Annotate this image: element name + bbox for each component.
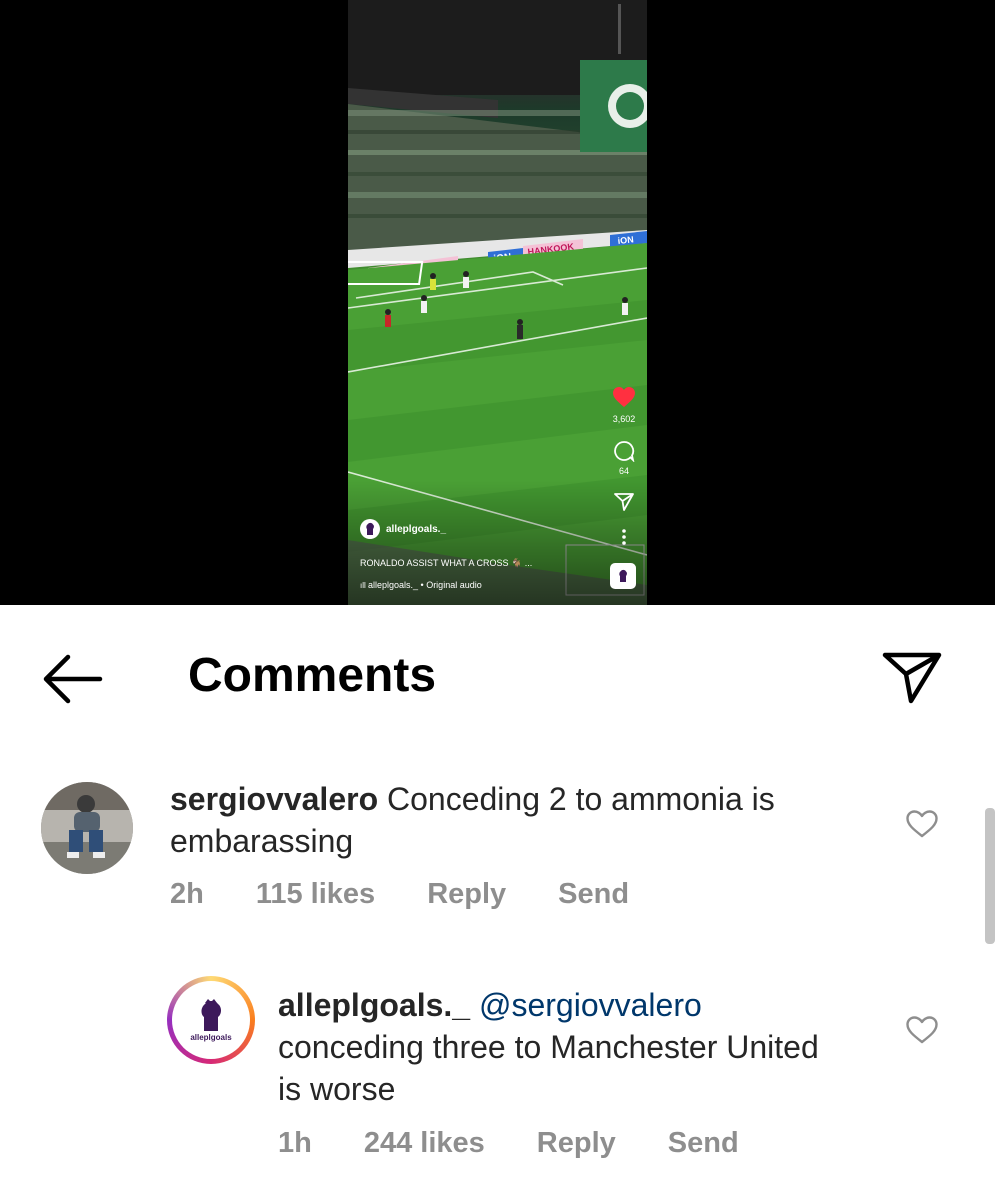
send-icon[interactable]	[613, 492, 635, 512]
reel-author[interactable]: alleplgoals._	[360, 519, 446, 539]
comment-text: alleplgoals._ @sergiovvalero conceding t…	[278, 984, 838, 1110]
svg-text:iON: iON	[617, 234, 634, 246]
reel-comments-count: 64	[618, 466, 629, 476]
comment-username[interactable]: sergiovvalero	[170, 781, 378, 817]
avatar[interactable]	[41, 782, 133, 874]
send-button[interactable]: Send	[558, 878, 629, 911]
comment-username[interactable]: alleplgoals._	[278, 987, 470, 1023]
reel-comment-action[interactable]: 64	[610, 440, 638, 476]
reel-author-name[interactable]: alleplgoals._	[386, 524, 446, 535]
video-area: HANKOOK iON HANKOOK iON	[0, 0, 995, 605]
avatar-label: alleplgoals	[190, 1032, 232, 1042]
stadium-scene: HANKOOK iON HANKOOK iON	[348, 0, 647, 605]
comment-likes[interactable]: 244 likes	[364, 1127, 485, 1160]
reel-share-action[interactable]	[610, 492, 638, 512]
share-button[interactable]	[880, 650, 944, 706]
comment-meta: 2h 115 likes Reply Send	[170, 878, 681, 911]
avatar[interactable]: alleplgoals	[167, 976, 255, 1064]
comment-bubble-icon[interactable]	[613, 440, 635, 462]
send-paper-plane-icon[interactable]	[880, 650, 944, 706]
reel-more-action[interactable]	[610, 528, 638, 546]
like-button[interactable]	[905, 1015, 939, 1050]
premier-league-lion-icon	[366, 522, 374, 535]
heart-outline-icon[interactable]	[905, 809, 939, 839]
heart-outline-icon[interactable]	[905, 1015, 939, 1045]
comment-body: conceding three to Manchester United is …	[278, 1029, 819, 1107]
like-button[interactable]	[905, 809, 939, 844]
send-button[interactable]: Send	[668, 1127, 739, 1160]
scrollbar[interactable]	[985, 808, 995, 944]
heart-filled-icon[interactable]	[612, 386, 636, 408]
reel-audio-label: alleplgoals._ • Original audio	[368, 580, 482, 590]
user-photo-icon	[41, 782, 133, 874]
more-vertical-icon[interactable]	[621, 528, 627, 546]
audio-bars-icon: ıll	[360, 581, 368, 590]
comment-mention[interactable]: @sergiovvalero	[479, 987, 702, 1023]
comment-time: 1h	[278, 1127, 312, 1159]
arrow-left-icon[interactable]	[40, 652, 104, 706]
page-title: Comments	[188, 649, 437, 702]
reel-audio[interactable]: ıll alleplgoals._ • Original audio	[360, 580, 482, 590]
reply-button[interactable]: Reply	[537, 1127, 616, 1160]
comments-header	[0, 605, 995, 750]
premier-league-lion-icon	[201, 998, 221, 1031]
back-button[interactable]	[40, 652, 104, 706]
reel-likes-count: 3,602	[612, 414, 636, 424]
author-avatar[interactable]	[360, 519, 380, 539]
reel-like-action[interactable]: 3,602	[610, 386, 638, 424]
premier-league-lion-icon	[619, 569, 627, 582]
audio-thumbnail[interactable]	[610, 563, 636, 589]
comment-time: 2h	[170, 878, 204, 910]
reel-caption[interactable]: RONALDO ASSIST WHAT A CROSS 🐐 ...	[360, 558, 532, 569]
comment-likes[interactable]: 115 likes	[256, 878, 375, 911]
comment-text: sergiovvalero Conceding 2 to ammonia is …	[170, 778, 850, 862]
comment-meta: 1h 244 likes Reply Send	[278, 1127, 791, 1160]
reel-video[interactable]: HANKOOK iON HANKOOK iON	[348, 0, 647, 605]
reply-button[interactable]: Reply	[427, 878, 506, 911]
